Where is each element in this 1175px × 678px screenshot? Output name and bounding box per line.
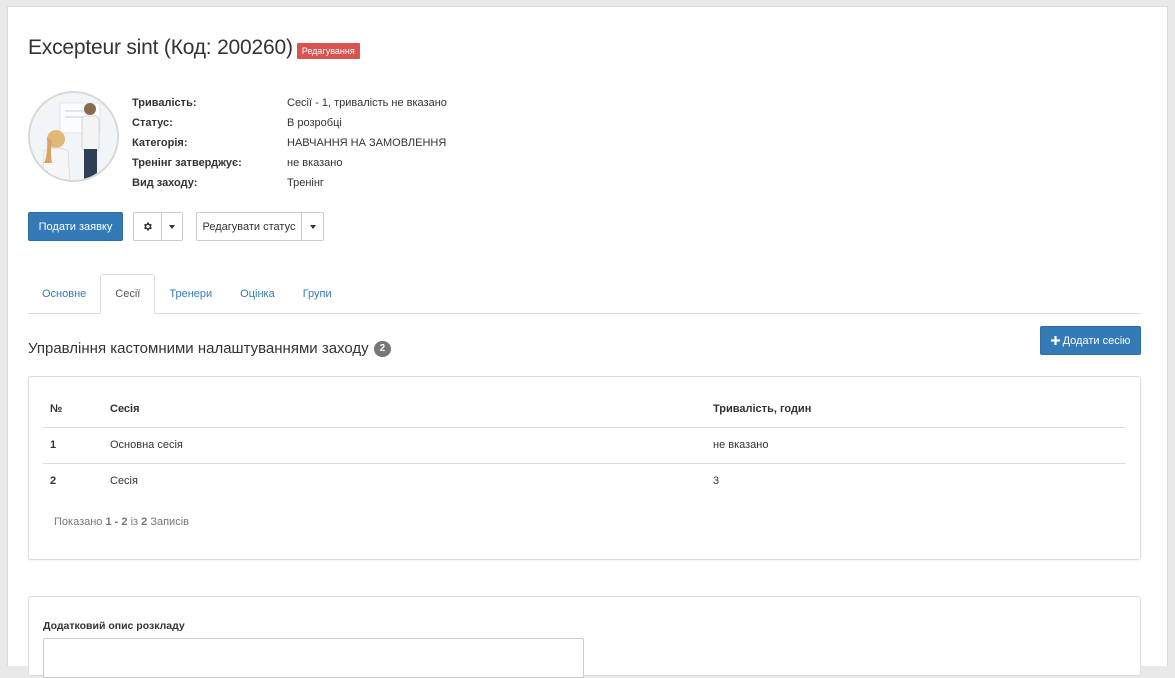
session-number: 2 bbox=[50, 475, 57, 488]
detail-label: Категорія: bbox=[132, 137, 188, 149]
status-badge: Редагування bbox=[296, 42, 360, 59]
settings-dropdown-toggle[interactable] bbox=[162, 212, 183, 241]
summary-of: із bbox=[130, 516, 139, 528]
table-summary: Показано 1 - 2 із 2 Записів bbox=[54, 516, 189, 528]
title-row: Excepteur sint (Код: 200260) Редагування bbox=[28, 36, 360, 60]
add-session-button[interactable]: Додати сесію bbox=[1040, 326, 1141, 355]
edit-status-dropdown-toggle[interactable] bbox=[302, 212, 324, 241]
detail-value: Тренінг bbox=[287, 177, 324, 189]
detail-row: Категорія: НАВЧАННЯ НА ЗАМОВЛЕННЯ bbox=[132, 133, 447, 153]
detail-label: Вид заходу: bbox=[132, 177, 198, 189]
detail-value: Сесії - 1, тривалість не вказано bbox=[287, 97, 447, 109]
schedule-description-field[interactable] bbox=[43, 638, 584, 678]
detail-value: не вказано bbox=[287, 157, 343, 169]
session-number: 1 bbox=[43, 427, 103, 464]
settings-button[interactable] bbox=[133, 212, 162, 241]
schedule-description-label: Додатковий опис розкладу bbox=[43, 620, 185, 632]
session-name: Основна сесія bbox=[103, 427, 706, 464]
detail-row: Тренінг затверджує: не вказано bbox=[132, 153, 447, 173]
column-header-number: № bbox=[43, 391, 103, 428]
session-name: Сесія bbox=[110, 475, 138, 488]
session-duration: не вказано bbox=[706, 427, 1126, 464]
edit-status-button-group: Редагувати статус bbox=[196, 212, 324, 241]
detail-label: Статус: bbox=[132, 117, 173, 129]
submit-application-button[interactable]: Подати заявку bbox=[28, 212, 123, 241]
sessions-section-title: Управління кастомними налаштуваннями зах… bbox=[28, 340, 392, 357]
detail-row: Тривалість: Сесії - 1, тривалість не вка… bbox=[132, 93, 447, 113]
summary-total: 2 bbox=[141, 516, 148, 528]
chevron-down-icon bbox=[309, 224, 316, 229]
detail-row: Вид заходу: Тренінг bbox=[132, 173, 447, 193]
tab-bar: Основне Сесії Тренери Оцінка Групи bbox=[28, 274, 1141, 314]
column-header-session: Сесія bbox=[103, 391, 706, 428]
sessions-table: № Сесія Тривалість, годин 1 Основна сесі… bbox=[43, 391, 1126, 499]
detail-row: Статус: В розробці bbox=[132, 113, 447, 133]
summary-range: 1 - 2 bbox=[105, 516, 128, 528]
tab-sessions[interactable]: Сесії bbox=[100, 274, 156, 314]
add-session-label: Додати сесію bbox=[1062, 334, 1131, 347]
training-photo bbox=[30, 93, 117, 180]
summary-prefix: Показано bbox=[54, 516, 103, 528]
edit-status-button[interactable]: Редагувати статус bbox=[196, 212, 302, 241]
detail-label: Тривалість: bbox=[132, 97, 197, 109]
table-row[interactable]: 2 Сесія 3 bbox=[43, 463, 1126, 499]
page-title: Excepteur sint (Код: 200260) bbox=[28, 36, 293, 59]
summary-suffix: Записів bbox=[150, 516, 189, 528]
table-row[interactable]: 1 Основна сесія не вказано bbox=[43, 427, 1126, 464]
detail-value: НАВЧАННЯ НА ЗАМОВЛЕННЯ bbox=[287, 137, 447, 149]
settings-button-group bbox=[133, 212, 183, 241]
event-details: Тривалість: Сесії - 1, тривалість не вка… bbox=[132, 93, 447, 193]
sessions-title-text: Управління кастомними налаштуваннями зах… bbox=[28, 340, 369, 357]
session-duration: 3 bbox=[713, 475, 720, 488]
page: Excepteur sint (Код: 200260) Редагування… bbox=[7, 6, 1168, 678]
schedule-panel: Додатковий опис розкладу bbox=[28, 596, 1141, 678]
tab-groups[interactable]: Групи bbox=[289, 274, 346, 314]
tab-trainers[interactable]: Тренери bbox=[155, 274, 226, 314]
column-header-duration: Тривалість, годин bbox=[706, 391, 1126, 428]
gear-icon bbox=[144, 222, 152, 231]
avatar bbox=[28, 91, 119, 182]
detail-label: Тренінг затверджує: bbox=[132, 157, 242, 169]
chevron-down-icon bbox=[169, 224, 175, 229]
plus-icon bbox=[1050, 336, 1060, 345]
sessions-panel: № Сесія Тривалість, годин 1 Основна сесі… bbox=[28, 376, 1141, 560]
tab-evaluation[interactable]: Оцінка bbox=[226, 274, 289, 314]
detail-value: В розробці bbox=[287, 117, 342, 129]
sessions-count-badge: 2 bbox=[373, 340, 392, 357]
table-header-row: № Сесія Тривалість, годин bbox=[43, 391, 1126, 428]
tab-main[interactable]: Основне bbox=[28, 274, 100, 314]
